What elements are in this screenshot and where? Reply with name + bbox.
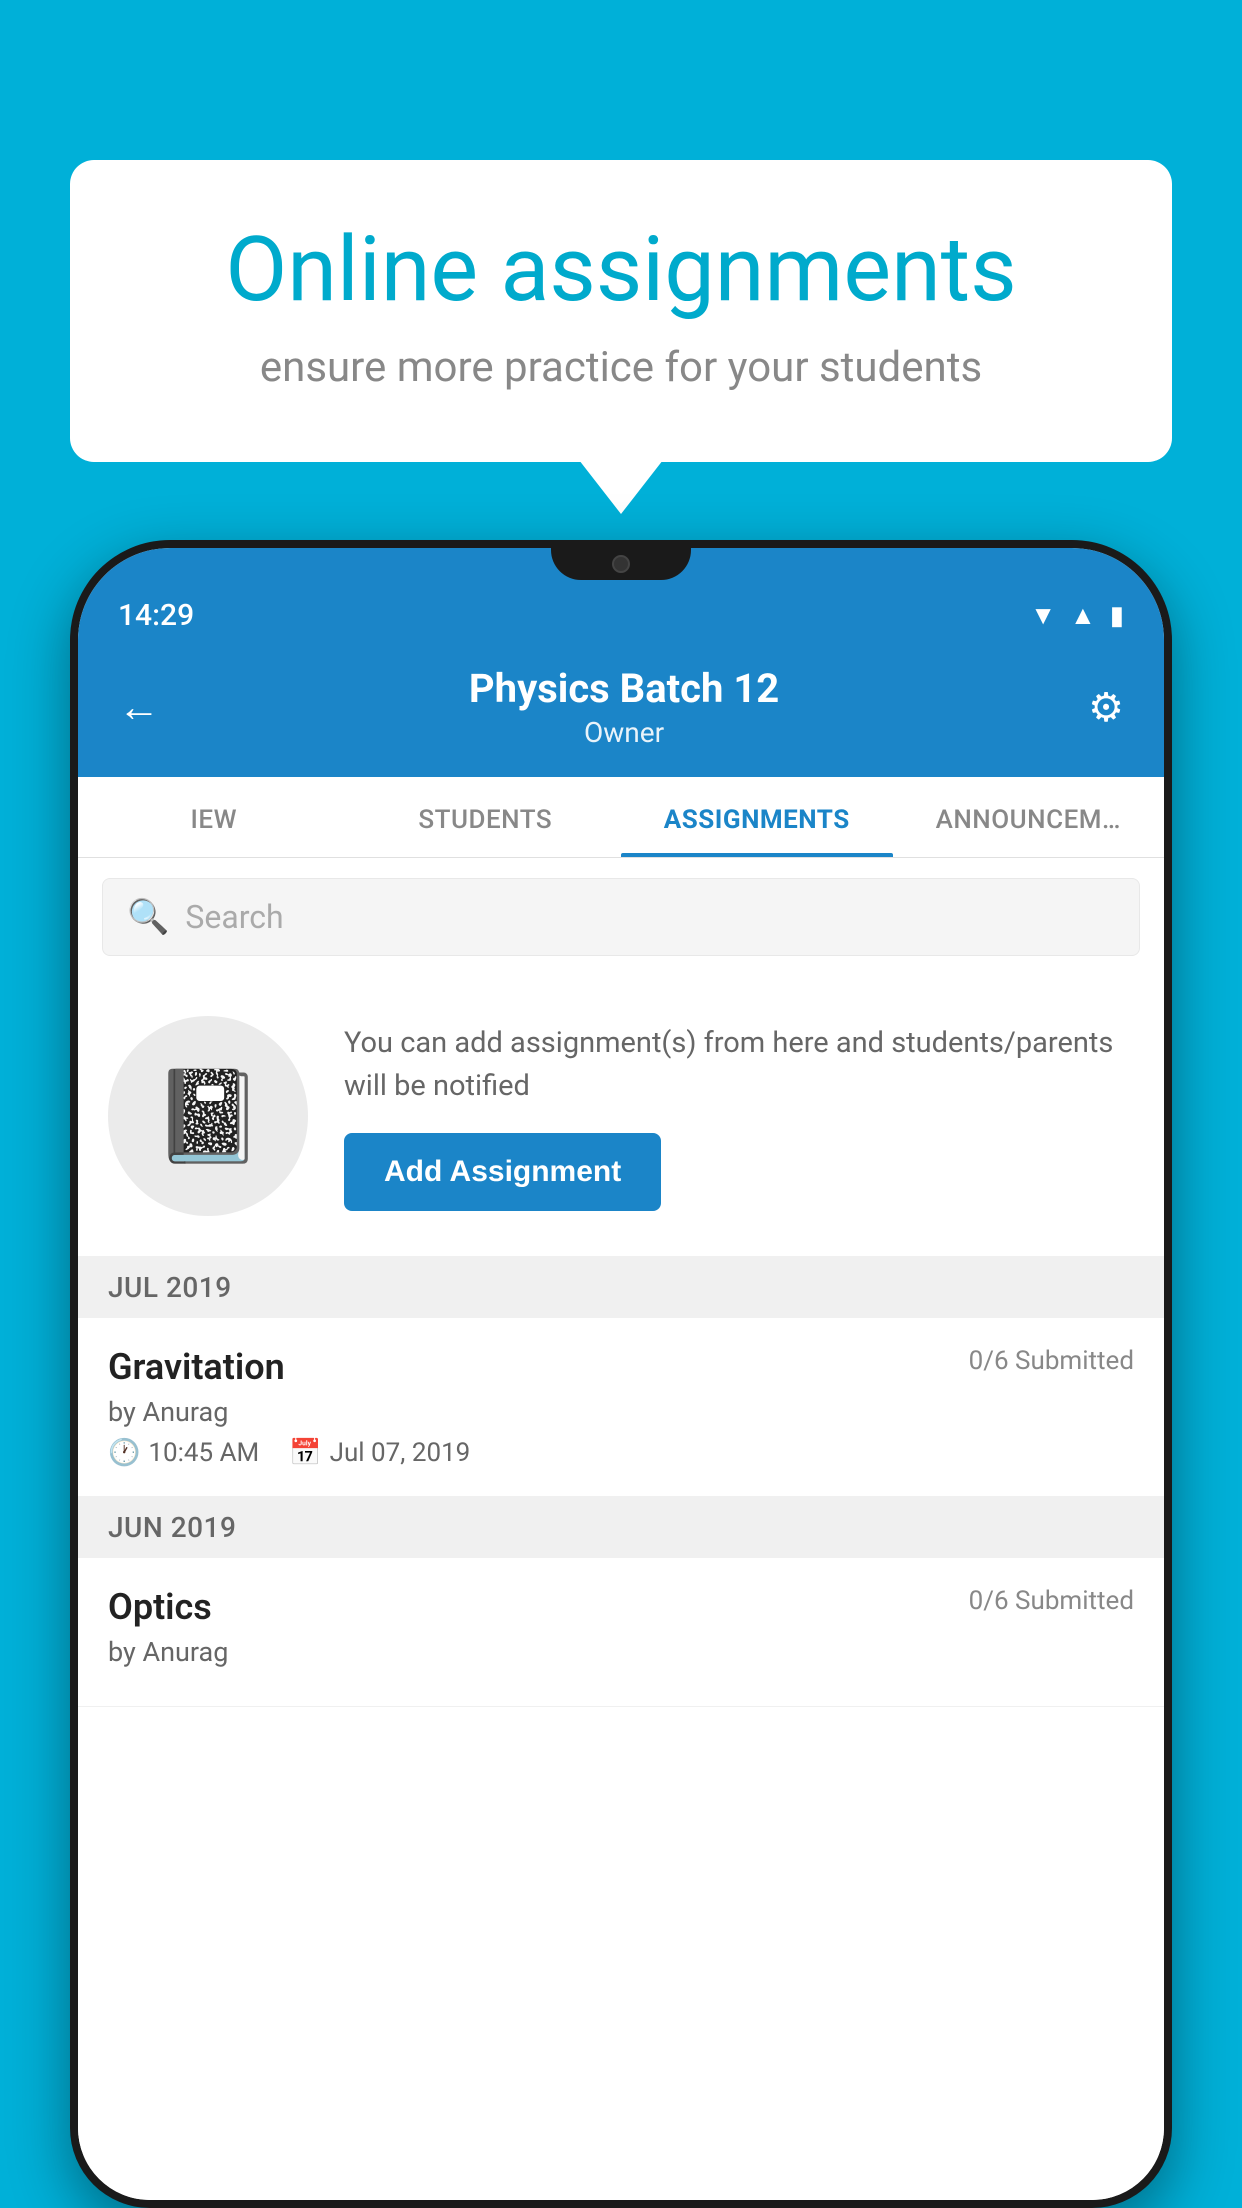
status-bar: 14:29 ▼ ▲ ▮ — [78, 580, 1164, 647]
section-jul-label: JUL 2019 — [108, 1271, 232, 1304]
app-header: ← Physics Batch 12 Owner ⚙ — [78, 647, 1164, 777]
tab-students[interactable]: STUDENTS — [350, 777, 622, 857]
assignment-icon-circle: 📓 — [108, 1016, 308, 1216]
status-time: 14:29 — [118, 598, 194, 633]
assignment-time: 🕐 10:45 AM — [108, 1438, 259, 1468]
assignment-time-value: 10:45 AM — [148, 1438, 259, 1468]
wifi-icon: ▼ — [1030, 600, 1056, 631]
assignment-submitted-gravitation: 0/6 Submitted — [969, 1346, 1134, 1376]
phone-frame: 14:29 ▼ ▲ ▮ ← Physics Batch 12 Owner ⚙ I… — [70, 540, 1172, 2208]
phone-screen: 14:29 ▼ ▲ ▮ ← Physics Batch 12 Owner ⚙ I… — [78, 548, 1164, 2200]
add-assignment-section: 📓 You can add assignment(s) from here an… — [78, 976, 1164, 1257]
assignment-author-optics: by Anurag — [108, 1636, 1134, 1668]
content-area: 🔍 Search 📓 You can add assignment(s) fro… — [78, 858, 1164, 2200]
search-container: 🔍 Search — [78, 858, 1164, 976]
battery-icon: ▮ — [1110, 601, 1124, 631]
assignment-item-gravitation[interactable]: Gravitation 0/6 Submitted by Anurag 🕐 10… — [78, 1318, 1164, 1497]
batch-subtitle: Owner — [469, 716, 779, 749]
search-icon: 🔍 — [127, 897, 169, 937]
header-title-section: Physics Batch 12 Owner — [469, 665, 779, 749]
notebook-icon: 📓 — [152, 1064, 264, 1169]
add-assignment-description: You can add assignment(s) from here and … — [344, 1022, 1134, 1109]
back-button[interactable]: ← — [118, 683, 160, 732]
section-header-jun: JUN 2019 — [78, 1497, 1164, 1558]
notch-area — [78, 548, 1164, 580]
add-assignment-button[interactable]: Add Assignment — [344, 1133, 661, 1211]
tab-iew[interactable]: IEW — [78, 777, 350, 857]
assignment-date: 📅 Jul 07, 2019 — [289, 1438, 470, 1468]
section-jun-label: JUN 2019 — [108, 1511, 236, 1544]
assignment-submitted-optics: 0/6 Submitted — [969, 1586, 1134, 1616]
assignment-name-gravitation: Gravitation — [108, 1346, 285, 1388]
tab-assignments[interactable]: ASSIGNMENTS — [621, 777, 893, 857]
tab-bar: IEW STUDENTS ASSIGNMENTS ANNOUNCEM… — [78, 777, 1164, 858]
status-icons: ▼ ▲ ▮ — [1030, 600, 1124, 631]
clock-icon: 🕐 — [108, 1438, 140, 1468]
tab-announcements[interactable]: ANNOUNCEM… — [893, 777, 1165, 857]
assignment-date-value: Jul 07, 2019 — [330, 1438, 471, 1468]
search-bar[interactable]: 🔍 Search — [102, 878, 1140, 956]
section-header-jul: JUL 2019 — [78, 1257, 1164, 1318]
add-assignment-content: You can add assignment(s) from here and … — [344, 1022, 1134, 1211]
notch — [551, 548, 691, 580]
promo-subtitle: ensure more practice for your students — [150, 343, 1092, 392]
assignment-name-optics: Optics — [108, 1586, 212, 1628]
assignment-row-top-optics: Optics 0/6 Submitted — [108, 1586, 1134, 1628]
signal-icon: ▲ — [1070, 600, 1096, 631]
calendar-icon: 📅 — [289, 1438, 321, 1468]
batch-title: Physics Batch 12 — [469, 665, 779, 712]
promo-title: Online assignments — [150, 220, 1092, 319]
settings-button[interactable]: ⚙ — [1088, 684, 1124, 731]
assignment-meta-gravitation: 🕐 10:45 AM 📅 Jul 07, 2019 — [108, 1438, 1134, 1468]
assignment-row-top: Gravitation 0/6 Submitted — [108, 1346, 1134, 1388]
camera — [612, 555, 630, 573]
search-placeholder: Search — [185, 898, 283, 936]
assignment-author-gravitation: by Anurag — [108, 1396, 1134, 1428]
speech-bubble: Online assignments ensure more practice … — [70, 160, 1172, 462]
assignment-item-optics[interactable]: Optics 0/6 Submitted by Anurag — [78, 1558, 1164, 1707]
promo-card: Online assignments ensure more practice … — [70, 160, 1172, 462]
